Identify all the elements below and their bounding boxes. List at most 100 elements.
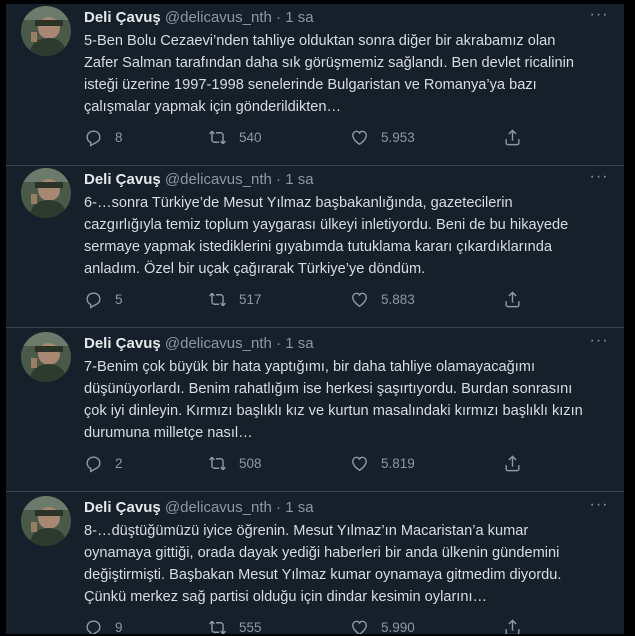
user-handle[interactable]: @delicavus_nth <box>165 335 272 352</box>
retweet-icon <box>209 620 226 634</box>
tweet-text: 8-…düştüğümüzü iyice öğrenin. Mesut Yılm… <box>84 520 584 608</box>
retweet-count: 540 <box>239 129 262 145</box>
tweet-text-line: düşünüyorlardı. Benim rahatlığım ise her… <box>84 381 573 397</box>
avatar[interactable] <box>21 6 71 56</box>
retweet-count: 517 <box>239 291 262 307</box>
timestamp[interactable]: 1 sa <box>285 335 313 352</box>
reply-icon <box>86 619 101 634</box>
divider <box>6 327 624 328</box>
retweet-button[interactable]: 508 <box>208 452 262 474</box>
avatar[interactable] <box>21 168 71 218</box>
timestamp[interactable]: 1 sa <box>285 171 313 188</box>
reply-count: 2 <box>115 455 123 471</box>
user-handle[interactable]: @delicavus_nth <box>165 9 272 26</box>
tweet-text-line: sermaye yapmak istediklerini gıyabımda t… <box>84 239 553 255</box>
heart-icon <box>352 620 367 634</box>
reply-button[interactable]: 8 <box>84 126 123 148</box>
avatar[interactable] <box>21 332 71 382</box>
timeline: Deli Çavuş @delicavus_nth · 1 sa ··· 5-B… <box>6 4 624 634</box>
tweet[interactable]: Deli Çavuş @delicavus_nth · 1 sa ··· 8-…… <box>6 494 624 634</box>
share-button[interactable] <box>503 616 534 634</box>
more-options-icon[interactable]: ··· <box>588 332 610 354</box>
tweet-text-line: 5-Ben Bolu Cezaevi’nden tahliye olduktan… <box>84 33 556 49</box>
tweet-text-line: anladım. Özel bir uçak çağırarak Türkiye… <box>84 261 426 277</box>
share-icon <box>505 454 520 471</box>
retweet-button[interactable]: 540 <box>208 126 262 148</box>
tweet[interactable]: Deli Çavuş @delicavus_nth · 1 sa ··· 7-B… <box>6 330 624 492</box>
tweet-text-line: cazgırlığıyla temiz toplum yaygarası ülk… <box>84 217 569 233</box>
tweet[interactable]: Deli Çavuş @delicavus_nth · 1 sa ··· 6-…… <box>6 166 624 328</box>
divider <box>6 491 624 492</box>
reply-button[interactable]: 5 <box>84 288 123 310</box>
like-button[interactable]: 5.883 <box>350 288 415 310</box>
tweet-text-line: isteği üzerine 1997-1998 senelerinde Bul… <box>84 77 537 93</box>
tweet-text-line: durumuna milletçe nasıl… <box>84 425 253 441</box>
share-icon <box>505 128 520 145</box>
tweet-text-line: 6-…sonra Türkiye’de Mesut Yılmaz başbaka… <box>84 195 513 211</box>
tweet-actions: 5 517 5.883 <box>84 288 544 310</box>
tweet-actions: 8 540 5.953 <box>84 126 544 148</box>
display-name[interactable]: Deli Çavuş <box>84 171 161 188</box>
reply-button[interactable]: 9 <box>84 616 123 634</box>
reply-icon <box>86 291 101 309</box>
reply-count: 9 <box>115 619 123 635</box>
retweet-icon <box>209 456 226 470</box>
retweet-button[interactable]: 517 <box>208 288 262 310</box>
like-button[interactable]: 5.990 <box>350 616 415 634</box>
avatar[interactable] <box>21 496 71 546</box>
more-options-icon[interactable]: ··· <box>588 6 610 28</box>
share-icon <box>505 618 520 634</box>
tweet-text: 6-…sonra Türkiye’de Mesut Yılmaz başbaka… <box>84 192 584 280</box>
user-handle[interactable]: @delicavus_nth <box>165 499 272 516</box>
tweet-header: Deli Çavuş @delicavus_nth · 1 sa <box>84 170 314 190</box>
separator: · <box>276 499 282 516</box>
tweet-text: 7-Benim çok büyük bir hata yaptığımı, bi… <box>84 356 584 444</box>
like-button[interactable]: 5.819 <box>350 452 415 474</box>
reply-icon <box>86 455 101 473</box>
tweet-text: 5-Ben Bolu Cezaevi’nden tahliye olduktan… <box>84 30 584 118</box>
tweet-text-line: 7-Benim çok büyük bir hata yaptığımı, bi… <box>84 359 536 375</box>
tweet-header: Deli Çavuş @delicavus_nth · 1 sa <box>84 498 314 518</box>
like-count: 5.990 <box>381 619 415 635</box>
separator: · <box>276 9 282 26</box>
retweet-count: 508 <box>239 455 262 471</box>
heart-icon <box>352 292 367 307</box>
tweet-text-line: 8-…düştüğümüzü iyice öğrenin. Mesut Yılm… <box>84 523 529 539</box>
reply-icon <box>86 129 101 147</box>
like-button[interactable]: 5.953 <box>350 126 415 148</box>
retweet-icon <box>209 292 226 306</box>
share-button[interactable] <box>503 126 534 148</box>
display-name[interactable]: Deli Çavuş <box>84 335 161 352</box>
more-options-icon[interactable]: ··· <box>588 496 610 518</box>
tweet-text-line: çok iyi dinleyin. Kırmızı başlıklı kız v… <box>84 403 583 419</box>
tweet-text-line: çalışmalar yapmak için gönderildikten… <box>84 99 342 115</box>
separator: · <box>276 335 282 352</box>
reply-count: 8 <box>115 129 123 145</box>
heart-icon <box>352 456 367 471</box>
share-button[interactable] <box>503 452 534 474</box>
share-button[interactable] <box>503 288 534 310</box>
retweet-icon <box>209 130 226 144</box>
like-count: 5.883 <box>381 291 415 307</box>
tweet-actions: 9 555 5.990 <box>84 616 544 634</box>
timestamp[interactable]: 1 sa <box>285 9 313 26</box>
share-icon <box>505 290 520 307</box>
display-name[interactable]: Deli Çavuş <box>84 499 161 516</box>
retweet-button[interactable]: 555 <box>208 616 262 634</box>
reply-count: 5 <box>115 291 123 307</box>
tweet-text-line: Zafer Salman tarafından daha sık görüşme… <box>84 55 574 71</box>
heart-icon <box>352 130 367 145</box>
retweet-count: 555 <box>239 619 262 635</box>
reply-button[interactable]: 2 <box>84 452 123 474</box>
more-options-icon[interactable]: ··· <box>588 168 610 190</box>
display-name[interactable]: Deli Çavuş <box>84 9 161 26</box>
tweet-header: Deli Çavuş @delicavus_nth · 1 sa <box>84 8 314 28</box>
separator: · <box>276 171 282 188</box>
user-handle[interactable]: @delicavus_nth <box>165 171 272 188</box>
like-count: 5.819 <box>381 455 415 471</box>
tweet-text-line: Çünkü merkez sağ partisi olduğu için din… <box>84 589 488 605</box>
tweet-actions: 2 508 5.819 <box>84 452 544 474</box>
timestamp[interactable]: 1 sa <box>285 499 313 516</box>
tweet-text-line: oynamaya gittiği, orada dayak yediği hab… <box>84 545 560 561</box>
tweet[interactable]: Deli Çavuş @delicavus_nth · 1 sa ··· 5-B… <box>6 4 624 166</box>
